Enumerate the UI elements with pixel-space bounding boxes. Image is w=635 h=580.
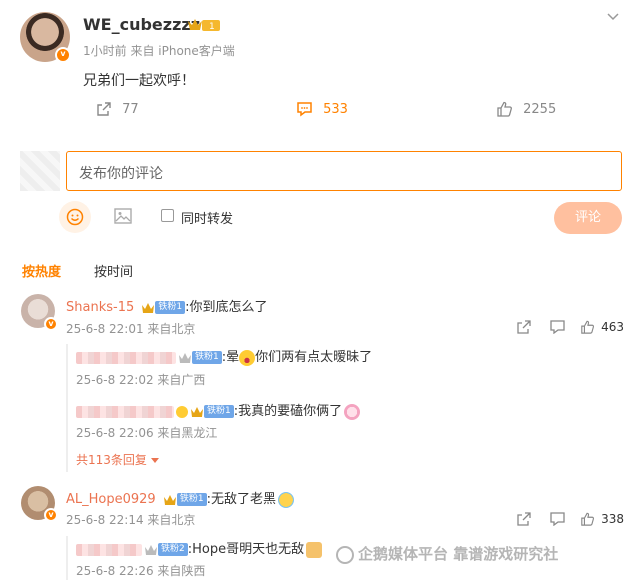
submit-comment-button[interactable]: 评论 [554, 202, 622, 234]
comment-time: 25-6-8 22:14 来自北京 [66, 513, 196, 527]
share-icon [517, 320, 531, 334]
more-replies-label: 共113条回复 [76, 453, 147, 467]
reply-thread-line [66, 536, 68, 580]
current-user-avatar [20, 151, 60, 191]
comment-count: 533 [323, 101, 348, 117]
post-content: 兄弟们一起欢呼！ [83, 73, 195, 89]
reply-time: 25-6-8 22:02 来自广西 [76, 373, 206, 387]
repost-button[interactable]: 77 [96, 101, 139, 117]
reply-button[interactable] [550, 512, 565, 530]
reply-item: 铁粉1:我真的要磕你俩了 [76, 400, 361, 420]
reply-item: 铁粉1:晕 你们两有点太暧昧了 [76, 346, 372, 366]
emoji-icon [66, 208, 84, 226]
reply-thread-line [66, 344, 68, 472]
reply-button[interactable] [550, 320, 565, 338]
comment-like-count: 463 [601, 319, 625, 334]
comment-text: :无敌了老黑 [206, 492, 276, 507]
comment-input[interactable]: 发布你的评论 [66, 151, 622, 191]
reply-item: 铁粉2:Hope哥明天也无敌 [76, 538, 323, 558]
shocked-emoji-icon [239, 349, 256, 366]
repost-checkbox-label: 同时转发 [181, 212, 234, 227]
post-author-name[interactable]: WE_cubezzzz [83, 15, 200, 34]
comment-button[interactable]: 533 [296, 101, 348, 117]
comment-item: Shanks-15 铁粉1:你到底怎么了 [66, 296, 268, 315]
verified-badge: v [44, 508, 58, 522]
fan-badge: 铁粉2 [158, 543, 188, 556]
thumbs-up-emoji-icon [306, 541, 323, 558]
verified-badge: v [44, 317, 58, 331]
like-count: 2255 [523, 101, 557, 117]
share-button[interactable] [517, 512, 531, 530]
image-button[interactable] [114, 208, 132, 228]
comment-time: 25-6-8 22:01 来自北京 [66, 322, 196, 336]
fan-badge: 铁粉1 [155, 301, 186, 314]
more-replies-link[interactable]: 共113条回复 [76, 451, 159, 468]
chevron-down-icon [150, 457, 159, 463]
image-icon [114, 208, 132, 224]
crown-icon [179, 352, 191, 363]
crying-emoji-icon [277, 491, 294, 508]
watermark-text: 企鹅媒体平台 靠谱游戏研究社 [358, 545, 559, 563]
chevron-down-icon[interactable] [607, 10, 619, 25]
reply-time: 25-6-8 22:06 来自黑龙江 [76, 426, 218, 440]
watermark-logo-icon [336, 545, 354, 564]
tab-sort-by-hot[interactable]: 按热度 [22, 261, 61, 280]
share-button[interactable] [517, 320, 531, 338]
blurred-username [76, 405, 174, 418]
comment-input-placeholder: 发布你的评论 [79, 166, 163, 182]
post-meta: 1小时前 来自 iPhone客户端 [83, 44, 235, 58]
emoji-button[interactable] [59, 201, 91, 233]
reply-icon [550, 512, 565, 527]
comment-username[interactable]: AL_Hope0929 [66, 492, 156, 507]
pink-character-emoji-icon [344, 403, 361, 420]
like-icon [581, 512, 595, 526]
reply-icon [550, 320, 565, 335]
repost-icon [97, 102, 111, 116]
repost-checkbox[interactable] [161, 209, 174, 222]
comment-like-count: 338 [601, 511, 625, 526]
like-icon [497, 101, 512, 117]
repost-count: 77 [122, 101, 139, 117]
fan-badge: 铁粉1 [176, 493, 207, 506]
share-icon [517, 512, 531, 526]
comment-username[interactable]: Shanks-15 [66, 300, 134, 315]
verified-badge: v [55, 47, 71, 63]
crown-icon [163, 494, 176, 505]
blurred-username [76, 351, 176, 364]
reply-text: :我真的要磕你俩了 [233, 404, 343, 419]
reply-text: :Hope哥明天也无敌 [187, 542, 305, 557]
reply-time: 25-6-8 22:26 来自陕西 [76, 564, 206, 578]
crown-icon [142, 302, 155, 313]
comment-icon [297, 102, 312, 117]
tab-sort-by-time[interactable]: 按时间 [94, 261, 133, 280]
reply-text-prefix: :晕 [221, 350, 240, 365]
comment-like-button[interactable]: 463 [580, 319, 624, 334]
comment-item: AL_Hope0929 铁粉1:无敌了老黑 [66, 488, 294, 508]
comment-like-button[interactable]: 338 [580, 511, 624, 526]
crown-icon [191, 406, 203, 417]
reply-text: 你们两有点太暧昧了 [255, 350, 373, 365]
svg-text:1: 1 [209, 22, 215, 32]
like-button[interactable]: 2255 [496, 101, 556, 117]
comment-text: :你到底怎么了 [185, 300, 268, 315]
blurred-username [76, 543, 142, 556]
watermark: 企鹅媒体平台 靠谱游戏研究社 [336, 543, 558, 564]
like-icon [581, 320, 595, 334]
crown-icon [145, 544, 157, 555]
fan-badge: 铁粉1 [204, 405, 234, 418]
smile-emoji-icon [176, 405, 188, 418]
crown-icon: 1 [187, 17, 221, 37]
fan-badge: 铁粉1 [192, 351, 222, 364]
